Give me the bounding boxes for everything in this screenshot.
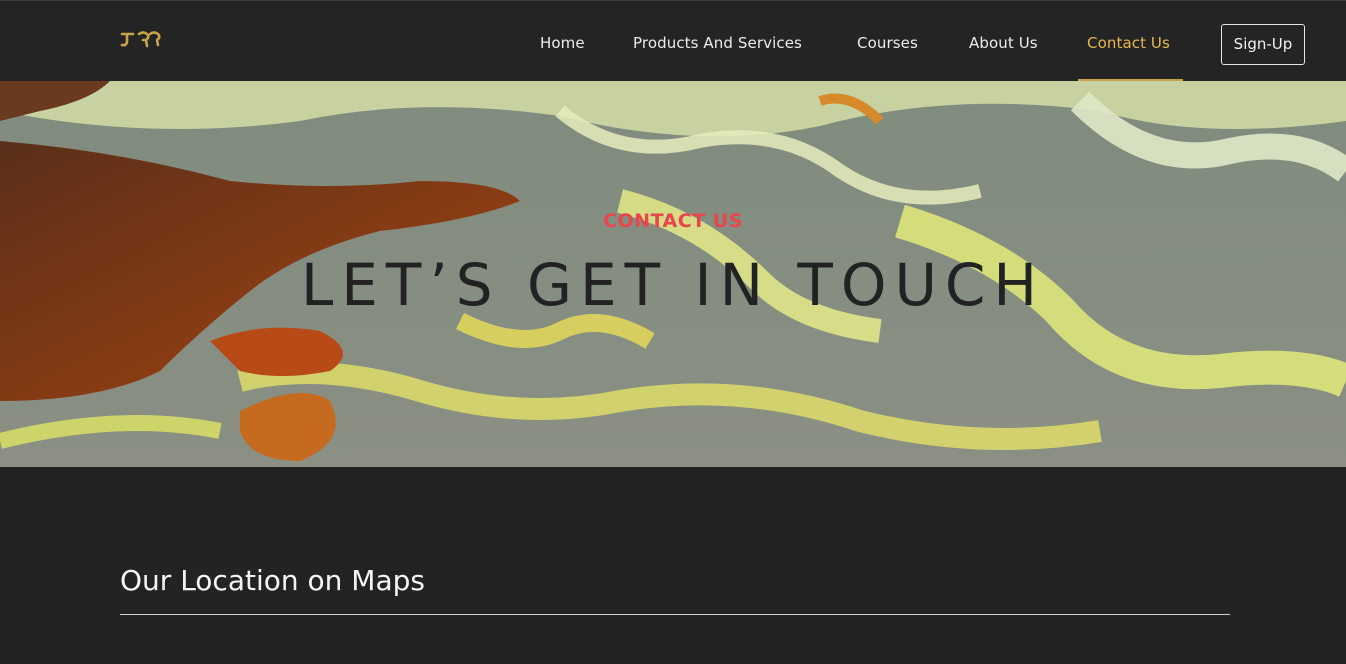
nav-products-and-services[interactable]: Products And Services bbox=[633, 32, 802, 54]
section-divider bbox=[120, 614, 1230, 615]
hero-banner: CONTACT US LET’S GET IN TOUCH bbox=[0, 81, 1346, 467]
hero-kicker: CONTACT US bbox=[603, 210, 743, 232]
nav-about-us[interactable]: About Us bbox=[969, 32, 1038, 54]
nav-contact-us[interactable]: Contact Us bbox=[1087, 32, 1170, 54]
signup-button[interactable]: Sign-Up bbox=[1221, 24, 1305, 65]
location-section-title: Our Location on Maps bbox=[120, 564, 425, 597]
nav-courses[interactable]: Courses bbox=[857, 32, 918, 54]
nav-home[interactable]: Home bbox=[540, 32, 585, 54]
brand-logo-icon[interactable] bbox=[119, 26, 163, 50]
hero-title: LET’S GET IN TOUCH bbox=[300, 251, 1046, 319]
navbar: Home Products And Services Courses About… bbox=[0, 0, 1346, 82]
